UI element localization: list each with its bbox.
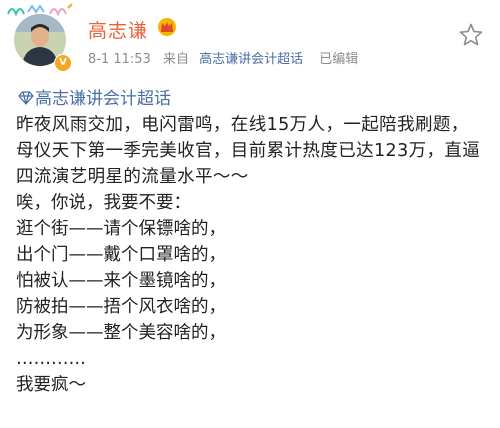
post-line: 唉，你说，我要不要： — [16, 193, 191, 213]
avatar-container[interactable]: V — [7, 3, 73, 72]
post-source-link[interactable]: 高志谦讲会计超话 — [199, 52, 303, 67]
super-topic-link[interactable]: 高志谦讲会计超话 — [18, 84, 171, 109]
post-content: 昨夜风雨交加，电闪雷鸣，在线15万人，一起陪我刷题，母仪天下第一季完美收官，目前… — [16, 112, 486, 398]
post-line: 怕被认——来个墨镜啥的， — [16, 271, 226, 291]
vip-crown-icon — [158, 18, 176, 36]
super-topic-diamond-icon — [18, 91, 34, 105]
post-line: 防被拍——捂个风衣啥的， — [16, 297, 226, 317]
post-line: 为形象——整个美容啥的， — [16, 323, 226, 343]
post-line: 逛个街——请个保镖啥的， — [16, 219, 226, 239]
username[interactable]: 高志谦 — [88, 16, 148, 43]
verified-badge-icon: V — [54, 54, 72, 72]
post-line: 出个门——戴个口罩啥的， — [16, 245, 226, 265]
post-paragraph: 昨夜风雨交加，电闪雷鸣，在线15万人，一起陪我刷题，母仪天下第一季完美收官，目前… — [16, 115, 481, 187]
favorite-star-icon[interactable] — [458, 22, 484, 48]
weibo-post: V 高志谦 8-1 11:53 来自 高志谦讲会计超话 已编辑 高志谦讲会计超话… — [0, 0, 500, 428]
post-meta: 8-1 11:53 来自 高志谦讲会计超话 已编辑 — [88, 48, 358, 67]
super-topic-label: 高志谦讲会计超话 — [35, 89, 171, 109]
post-line: 我要疯～ — [16, 375, 86, 395]
from-label: 来自 — [162, 52, 189, 67]
post-time: 8-1 11:53 — [88, 52, 151, 67]
post-line: ………… — [16, 349, 86, 369]
edited-label: 已编辑 — [319, 52, 359, 67]
